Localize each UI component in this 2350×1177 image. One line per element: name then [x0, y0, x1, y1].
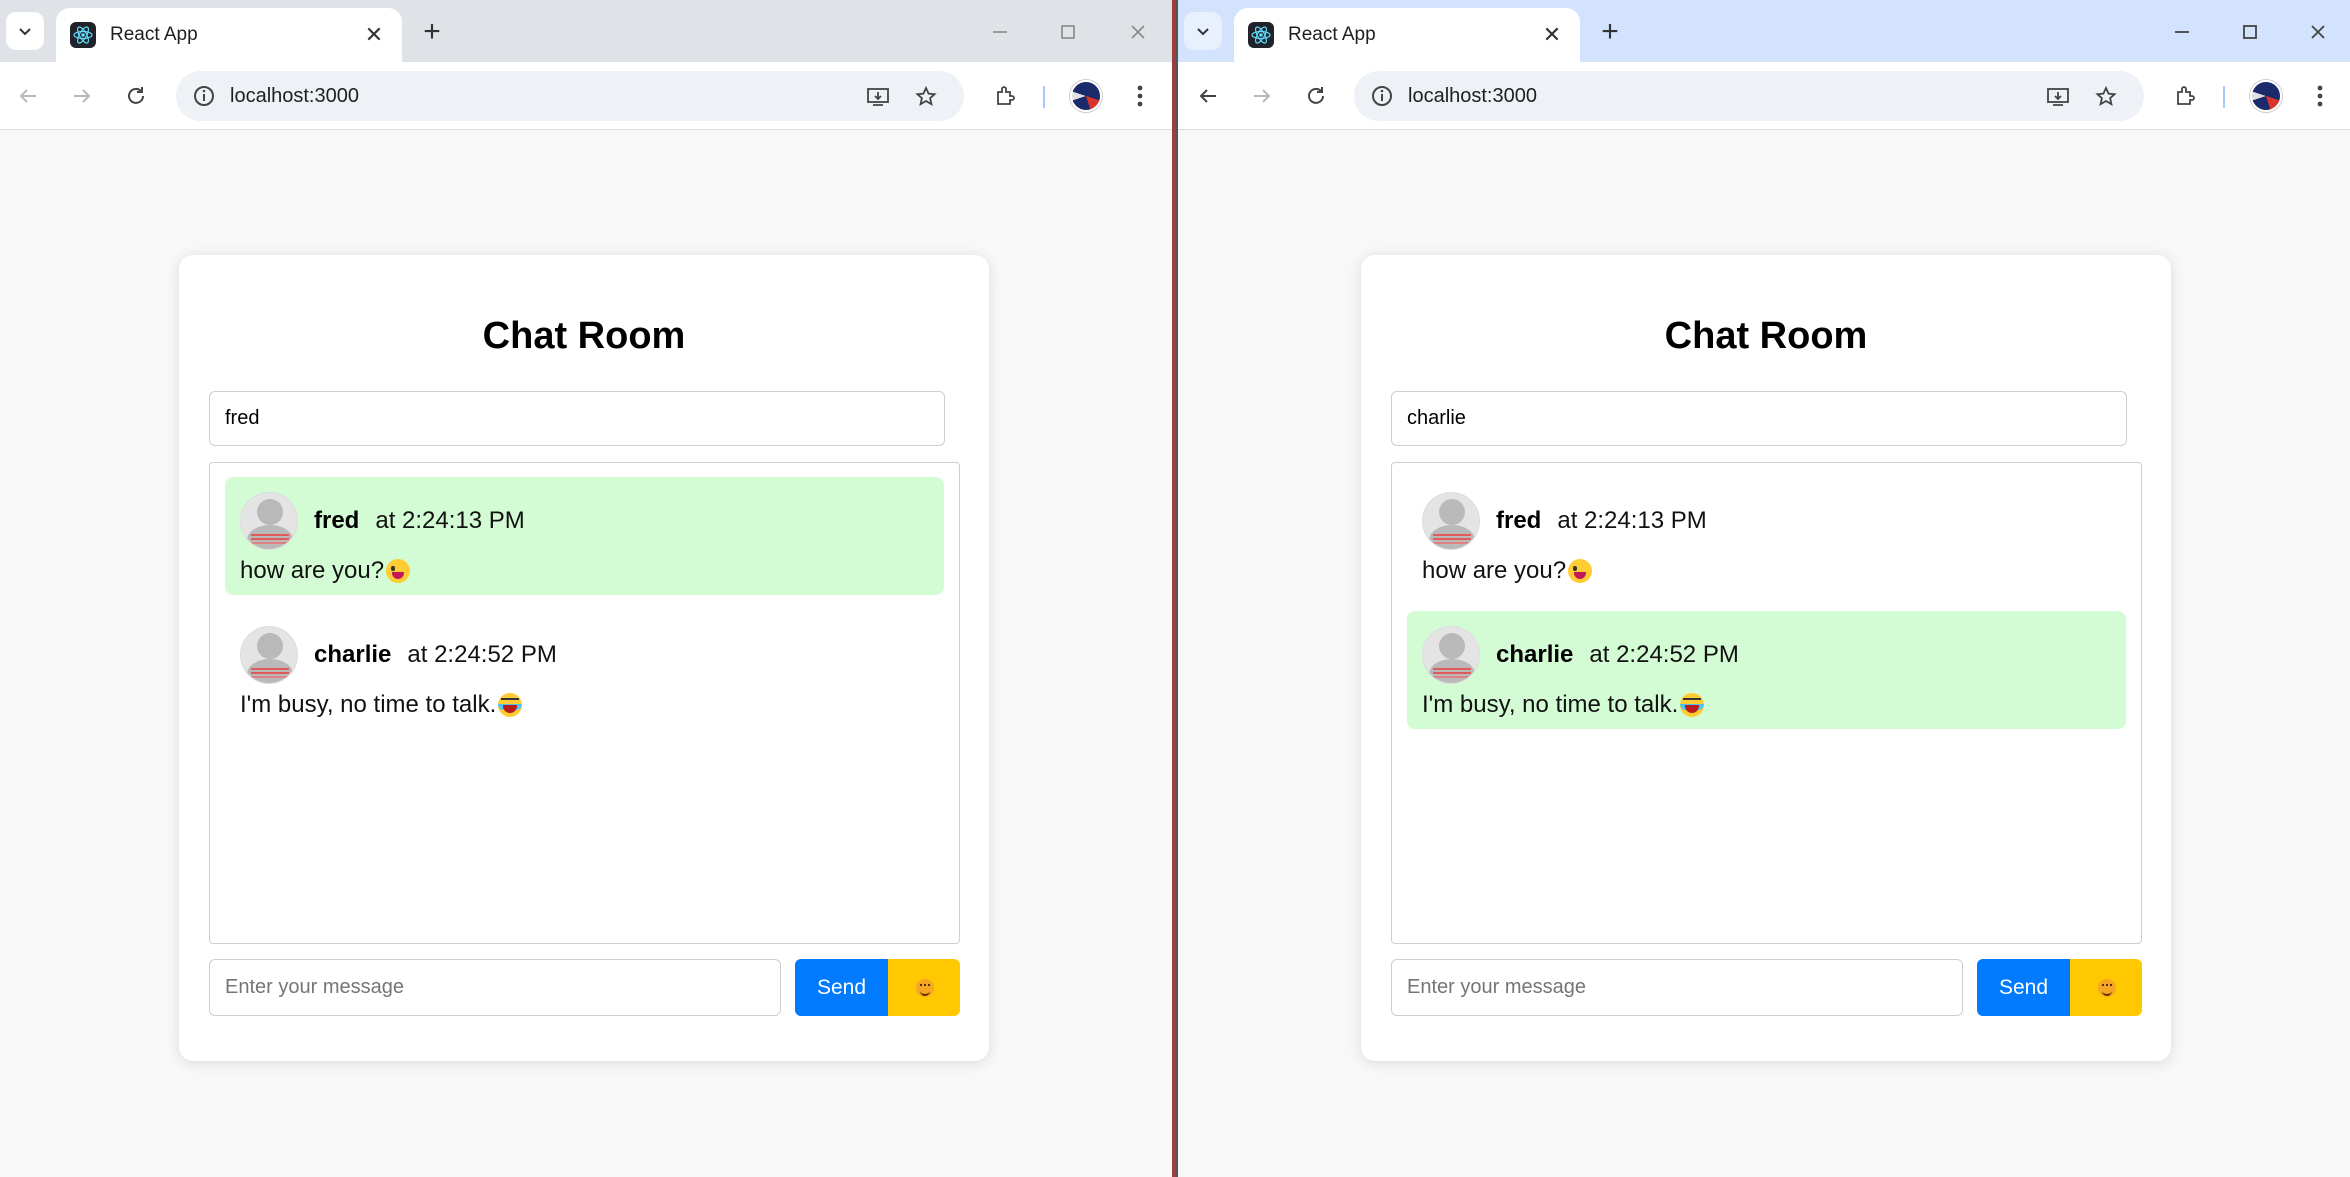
avatar [1422, 492, 1480, 550]
new-tab-icon[interactable]: + [414, 14, 450, 50]
message-username: fred [1496, 507, 1542, 534]
message-text: how are you? [1422, 557, 1567, 584]
message-timestamp: at 2:24:52 PM [1589, 641, 1739, 668]
emoji-picker-button[interactable] [888, 959, 960, 1016]
toolbar-divider [2223, 86, 2225, 108]
message-composer: Send [209, 959, 960, 1016]
tab-react-app[interactable]: React App ✕ [1234, 8, 1580, 62]
avatar [1422, 626, 1480, 684]
message-composer: Send [1391, 959, 2142, 1016]
tab-strip: React App ✕ + [1178, 0, 2350, 62]
smiley-icon [916, 978, 934, 997]
address-bar[interactable]: localhost:3000 [1354, 71, 2144, 121]
page-viewport: Chat Room fred at 2:24:13 PM how are you… [1178, 131, 2350, 1177]
address-bar[interactable]: localhost:3000 [176, 71, 964, 121]
tab-title: React App [110, 24, 198, 45]
message-timestamp: at 2:24:52 PM [407, 641, 557, 668]
tab-search-icon[interactable] [1184, 12, 1222, 50]
message-input[interactable] [1391, 959, 1963, 1016]
extensions-icon[interactable] [2166, 76, 2206, 116]
forward-icon[interactable] [1242, 76, 1282, 116]
back-icon[interactable] [8, 76, 48, 116]
tears-of-joy-emoji-icon [498, 693, 523, 717]
menu-kebab-icon[interactable] [2300, 76, 2340, 116]
desktop: React App ✕ + localhost:3000 Chat Room f… [0, 0, 2350, 1177]
reload-icon[interactable] [1296, 76, 1336, 116]
profile-avatar-icon[interactable] [1066, 76, 1106, 116]
back-icon[interactable] [1188, 76, 1228, 116]
username-input[interactable] [209, 391, 945, 446]
message-list[interactable]: fred at 2:24:13 PM how are you? charlie … [1391, 462, 2142, 944]
install-app-icon[interactable] [2044, 83, 2072, 111]
message-item: fred at 2:24:13 PM how are you? [225, 477, 944, 595]
forward-icon[interactable] [62, 76, 102, 116]
react-favicon-icon [70, 22, 96, 48]
tab-react-app[interactable]: React App ✕ [56, 8, 402, 62]
bookmark-star-icon[interactable] [912, 83, 940, 111]
winking-tongue-emoji-icon [1568, 559, 1593, 583]
message-item: charlie at 2:24:52 PM I'm busy, no time … [225, 611, 944, 729]
message-timestamp: at 2:24:13 PM [1557, 507, 1707, 534]
message-text: I'm busy, no time to talk. [1422, 691, 1679, 718]
browser-toolbar: localhost:3000 [0, 62, 1172, 130]
menu-kebab-icon[interactable] [1120, 76, 1160, 116]
new-tab-icon[interactable]: + [1592, 14, 1628, 50]
chat-card: Chat Room fred at 2:24:13 PM how are you… [179, 255, 989, 1061]
tab-search-icon[interactable] [6, 12, 44, 50]
send-button[interactable]: Send [795, 959, 888, 1016]
profile-avatar-icon[interactable] [2246, 76, 2286, 116]
message-text: how are you? [240, 557, 385, 584]
site-info-icon[interactable] [1368, 82, 1396, 110]
minimize-icon[interactable] [2160, 10, 2204, 54]
maximize-icon[interactable] [2228, 10, 2272, 54]
message-item: fred at 2:24:13 PM how are you? [1407, 477, 2126, 595]
minimize-icon[interactable] [978, 10, 1022, 54]
browser-window-right: React App ✕ + localhost:3000 Chat Room c… [1176, 0, 2350, 1177]
message-text: I'm busy, no time to talk. [240, 691, 497, 718]
page-viewport: Chat Room fred at 2:24:13 PM how are you… [0, 131, 1172, 1177]
avatar [240, 626, 298, 684]
message-username: charlie [1496, 641, 1574, 668]
message-list[interactable]: fred at 2:24:13 PM how are you? charlie … [209, 462, 960, 944]
install-app-icon[interactable] [864, 83, 892, 111]
avatar [240, 492, 298, 550]
username-input[interactable] [1391, 391, 2127, 446]
smiley-icon [2098, 978, 2116, 997]
message-input[interactable] [209, 959, 781, 1016]
maximize-icon[interactable] [1046, 10, 1090, 54]
bookmark-star-icon[interactable] [2092, 83, 2120, 111]
message-username: fred [314, 507, 360, 534]
close-window-icon[interactable] [2296, 10, 2340, 54]
close-icon[interactable]: ✕ [1538, 21, 1566, 49]
react-favicon-icon [1248, 22, 1274, 48]
browser-toolbar: localhost:3000 [1178, 62, 2350, 130]
reload-icon[interactable] [116, 76, 156, 116]
close-window-icon[interactable] [1116, 10, 1160, 54]
winking-tongue-emoji-icon [386, 559, 411, 583]
message-item: charlie at 2:24:52 PM I'm busy, no time … [1407, 611, 2126, 729]
extensions-icon[interactable] [986, 76, 1026, 116]
send-button[interactable]: Send [1977, 959, 2070, 1016]
tab-strip: React App ✕ + [0, 0, 1172, 62]
chat-card: Chat Room fred at 2:24:13 PM how are you… [1361, 255, 2171, 1061]
message-username: charlie [314, 641, 392, 668]
message-timestamp: at 2:24:13 PM [375, 507, 525, 534]
url-text: localhost:3000 [1408, 84, 1537, 107]
emoji-picker-button[interactable] [2070, 959, 2142, 1016]
tears-of-joy-emoji-icon [1680, 693, 1705, 717]
tab-title: React App [1288, 24, 1376, 45]
toolbar-divider [1043, 86, 1045, 108]
browser-window-left: React App ✕ + localhost:3000 Chat Room f… [0, 0, 1172, 1177]
url-text: localhost:3000 [230, 84, 359, 107]
close-icon[interactable]: ✕ [360, 21, 388, 49]
site-info-icon[interactable] [190, 82, 218, 110]
page-title: Chat Room [482, 315, 686, 357]
page-title: Chat Room [1664, 315, 1868, 357]
